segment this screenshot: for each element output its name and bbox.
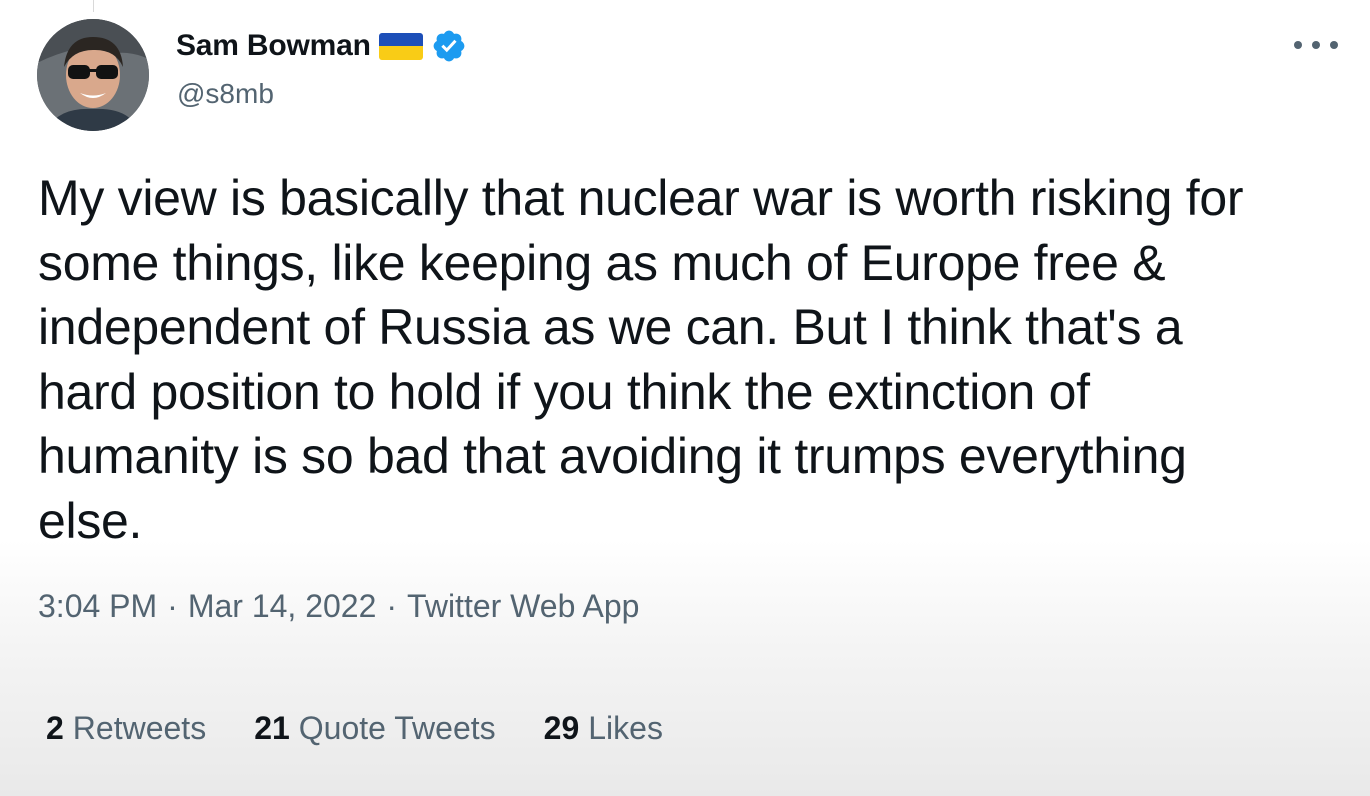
flag-blue-stripe [378,32,423,46]
likes-count: 29 [543,710,580,746]
verified-badge-icon [433,30,465,62]
quote-tweets-stat[interactable]: 21 Quote Tweets [254,710,495,747]
likes-label: Likes [588,710,663,746]
retweets-label: Retweets [72,710,207,746]
tweet-date[interactable]: Mar 14, 2022 [188,588,377,625]
author-name-row: Sam Bowman [176,28,467,64]
ukraine-flag-icon [378,32,423,60]
quote-tweets-label: Quote Tweets [298,710,496,746]
more-dot [1312,41,1320,49]
thread-connector-line [93,0,94,12]
tweet-time[interactable]: 3:04 PM [38,588,157,625]
more-dot [1330,41,1338,49]
meta-separator: · [167,588,178,624]
author-handle[interactable]: @s8mb [177,78,274,110]
retweets-stat[interactable]: 2 Retweets [46,710,206,747]
retweets-count: 2 [46,710,64,746]
tweet-source[interactable]: Twitter Web App [407,588,639,625]
more-options-icon[interactable] [1294,30,1338,60]
more-dot [1294,41,1302,49]
flag-yellow-stripe [378,46,423,60]
tweet-stats: 2 Retweets 21 Quote Tweets 29 Likes [46,710,663,747]
meta-separator: · [386,588,398,624]
tweet-text: My view is basically that nuclear war is… [38,170,1244,549]
likes-stat[interactable]: 29 Likes [544,710,663,747]
avatar[interactable] [37,19,149,131]
quote-tweets-count: 21 [254,710,290,746]
tweet-meta: 3:04 PM · Mar 14, 2022 · Twitter Web App [38,588,639,625]
author-display-name[interactable]: Sam Bowman [176,29,371,63]
